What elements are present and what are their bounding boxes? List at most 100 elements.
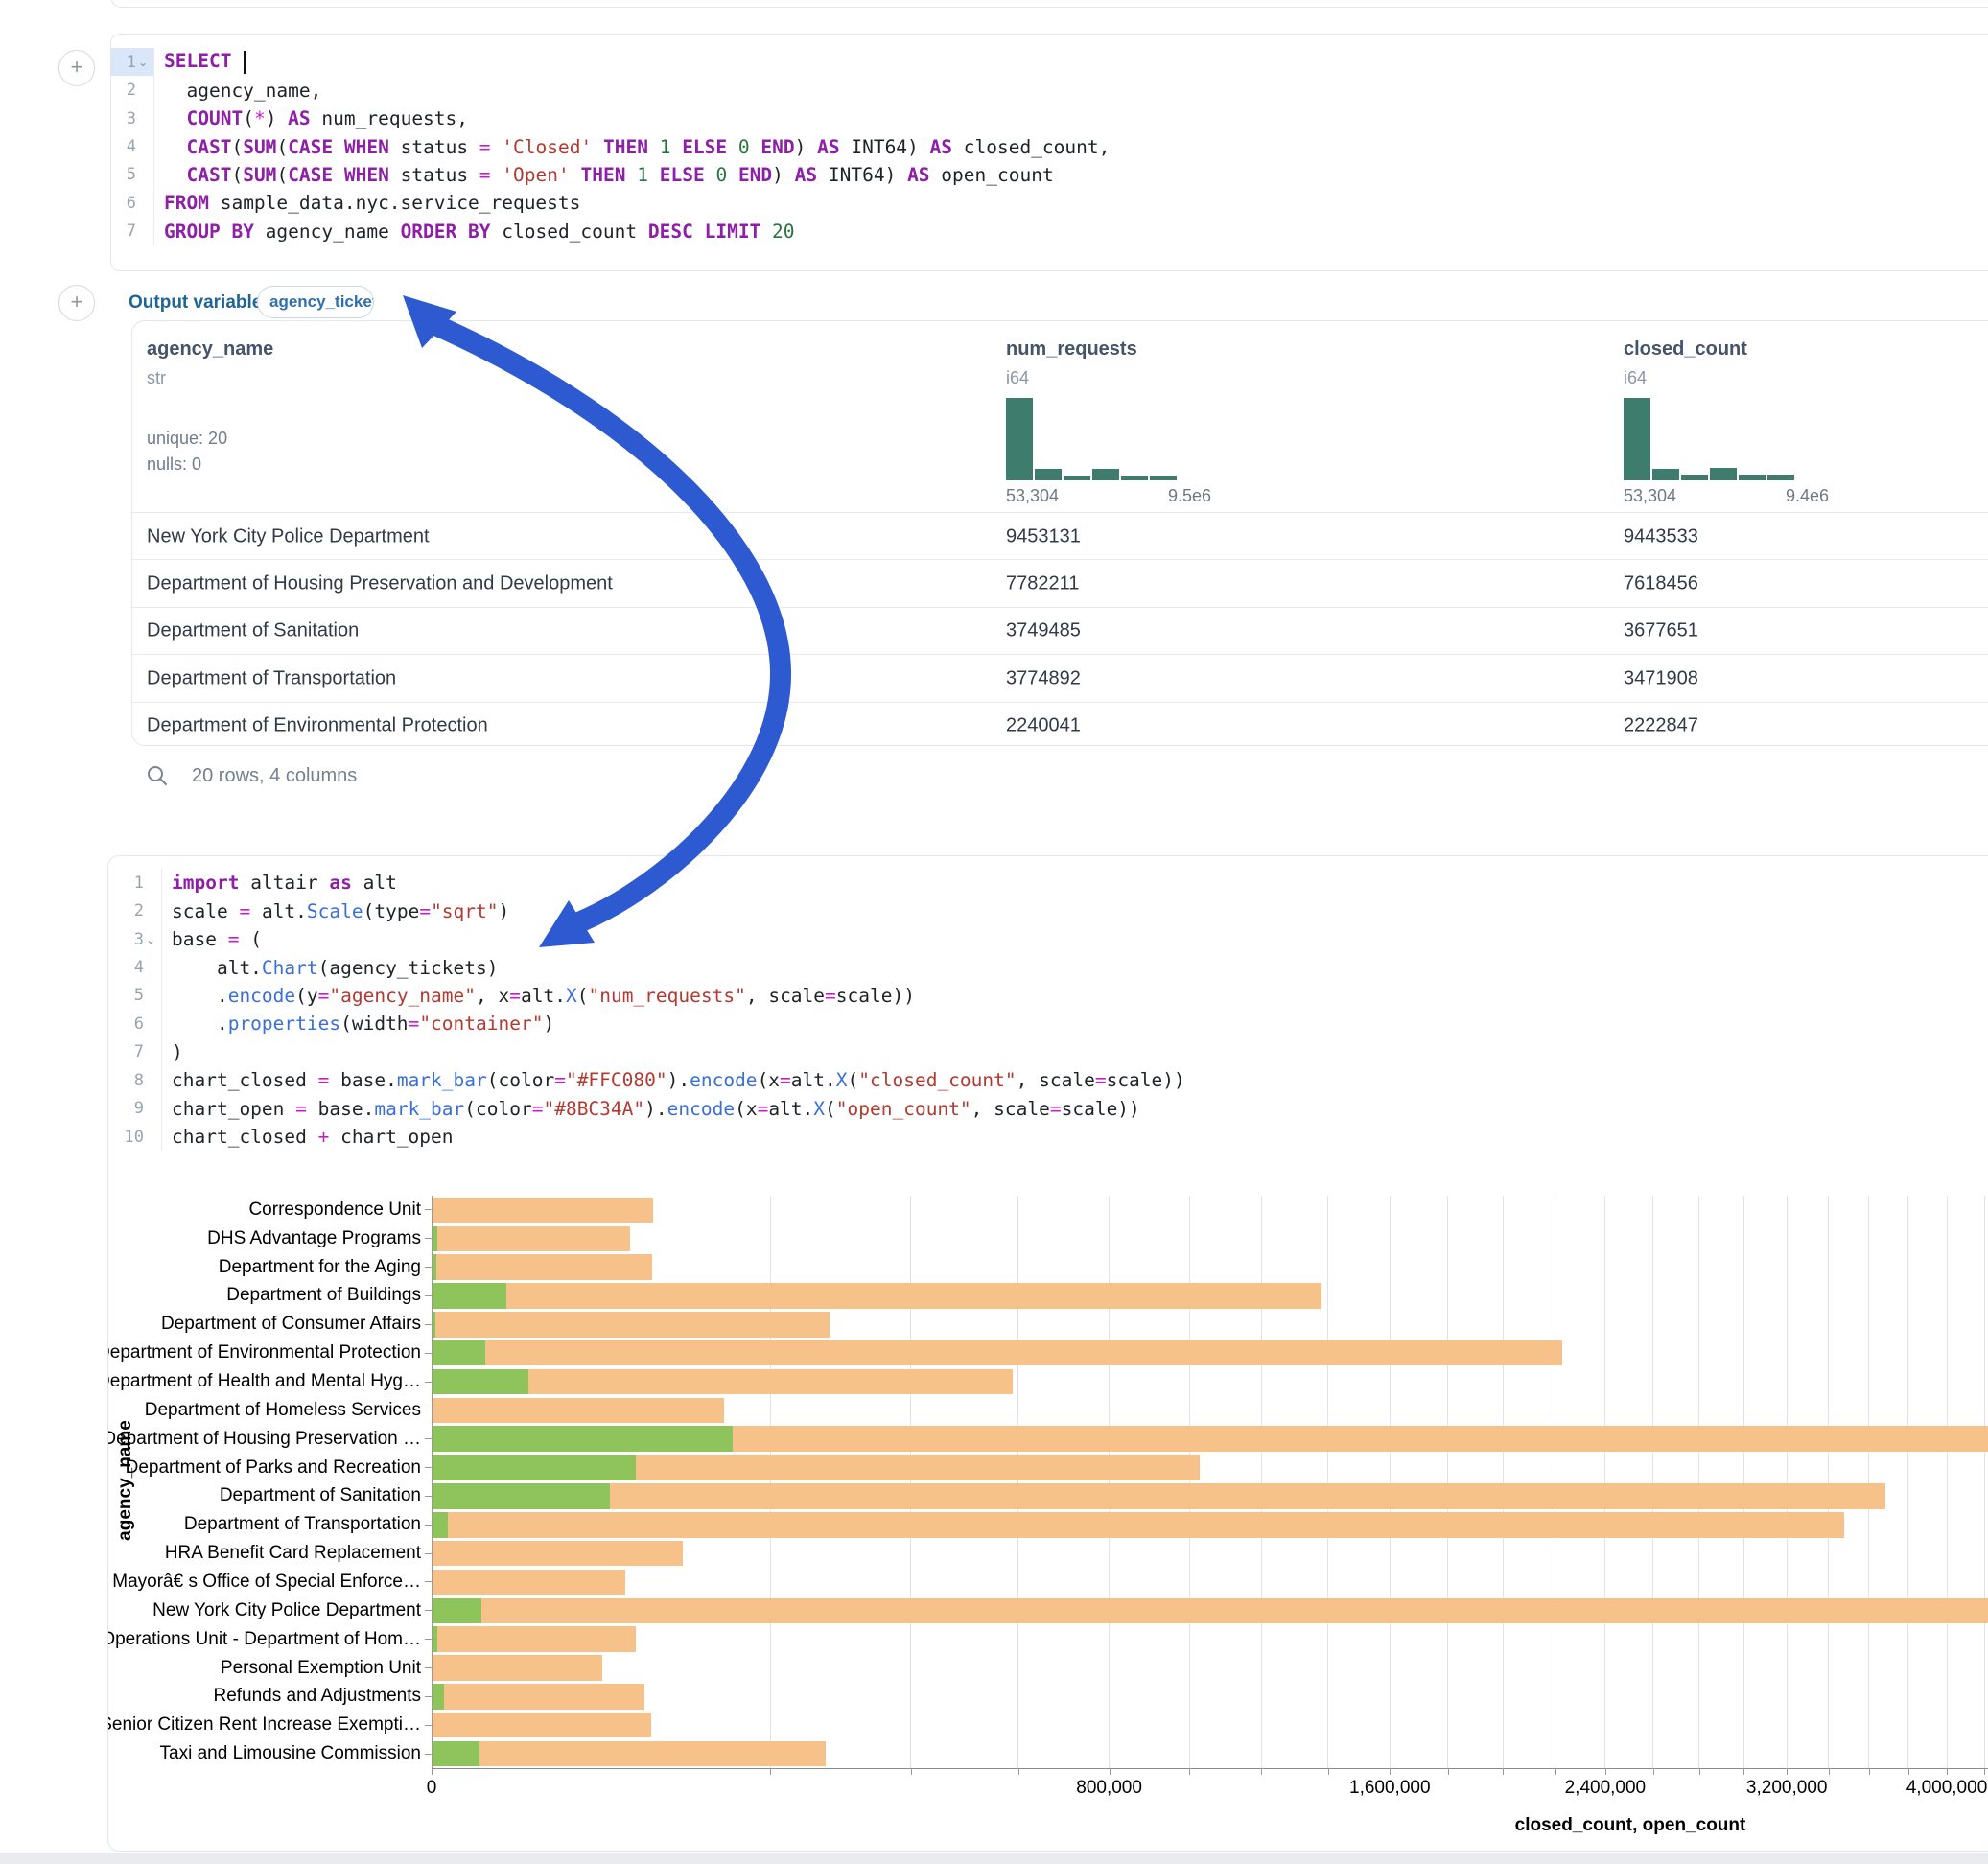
x-axis-tick — [1328, 1768, 1329, 1775]
row-count-text: 20 rows, 4 columns — [192, 765, 357, 787]
y-axis-label: Department of Environmental Protection — [108, 1340, 421, 1366]
code-line[interactable]: 5 CAST(SUM(CASE WHEN status = 'Open' THE… — [111, 161, 1988, 189]
y-axis-label: Operations Unit - Department of Hom… — [108, 1626, 421, 1652]
column-header-agency-name[interactable]: agency_name str unique: 20 nulls: 0 — [147, 321, 273, 475]
line-number-gutter: 6 — [108, 1010, 162, 1037]
y-axis-tick — [425, 1496, 432, 1497]
gridline — [1604, 1196, 1605, 1768]
code-text: SELECT — [154, 50, 246, 74]
x-axis-tick — [1699, 1768, 1700, 1775]
code-line[interactable]: 3 COUNT(*) AS num_requests, — [111, 105, 1988, 132]
sql-cell[interactable]: 1⌄SELECT 2 agency_name,3 COUNT(*) AS num… — [110, 34, 1988, 271]
y-axis-tick — [425, 1295, 432, 1296]
chart-plot-area — [432, 1196, 1988, 1769]
chart-bar-open — [433, 1512, 448, 1538]
notebook-page: + + 1⌄SELECT 2 agency_name,3 COUNT(*) AS… — [0, 0, 1988, 1864]
code-line[interactable]: 1⌄SELECT — [111, 48, 1988, 76]
code-text: .encode(y="agency_name", x=alt.X("num_re… — [162, 985, 915, 1007]
histogram-bar — [1681, 475, 1708, 480]
x-axis-tick-label: 4,000,000 — [1906, 1778, 1988, 1799]
line-number-gutter: 5 — [108, 982, 162, 1010]
y-axis-label: Refunds and Adjustments — [108, 1684, 421, 1710]
gridline — [910, 1196, 911, 1768]
python-cell[interactable]: 1import altair as alt2scale = alt.Scale(… — [107, 855, 1988, 1852]
code-line[interactable]: 6 .properties(width="container") — [108, 1010, 1988, 1037]
table-row: Department of Housing Preservation and D… — [132, 559, 1988, 607]
x-axis-tick — [1984, 1768, 1985, 1775]
code-text: chart_closed + chart_open — [162, 1126, 454, 1148]
code-text: COUNT(*) AS num_requests, — [154, 107, 468, 129]
x-axis-tick — [1653, 1768, 1654, 1775]
code-line[interactable]: 1import altair as alt — [108, 869, 1988, 897]
y-axis-label: Mayorâ€ s Office of Special Enforce… — [108, 1570, 421, 1596]
gridline — [1743, 1196, 1744, 1768]
x-axis-tick — [1947, 1768, 1948, 1775]
histogram-bar — [1150, 476, 1177, 480]
code-line[interactable]: 4 alt.Chart(agency_tickets) — [108, 953, 1988, 981]
line-number-gutter: 5 — [111, 161, 154, 189]
code-text: .properties(width="container") — [162, 1013, 554, 1035]
y-axis-tick — [425, 1324, 432, 1325]
code-line[interactable]: 10chart_closed + chart_open — [108, 1123, 1988, 1151]
chart-bar-closed — [433, 1483, 1885, 1509]
fold-chevron-icon[interactable]: ⌄ — [144, 933, 157, 946]
chart-bar-open — [433, 1741, 479, 1767]
code-line[interactable]: 8chart_closed = base.mark_bar(color="#FF… — [108, 1066, 1988, 1094]
table-cell: 7618456 — [1624, 572, 1698, 594]
chart-bar-closed — [433, 1398, 724, 1424]
code-line[interactable]: 7) — [108, 1038, 1988, 1066]
fold-chevron-icon[interactable]: ⌄ — [136, 56, 150, 69]
table-cell: 9453131 — [1006, 525, 1081, 548]
python-code-editor[interactable]: 1import altair as alt2scale = alt.Scale(… — [108, 869, 1988, 1151]
add-cell-button[interactable]: + — [58, 285, 95, 321]
code-line[interactable]: 7GROUP BY agency_name ORDER BY closed_co… — [111, 218, 1988, 245]
code-line[interactable]: 3⌄base = ( — [108, 925, 1988, 953]
x-axis-tick-label: 1,600,000 — [1349, 1778, 1431, 1799]
chart-bar-open — [433, 1283, 506, 1309]
table-cell: 2240041 — [1006, 715, 1081, 737]
y-axis-tick — [425, 1438, 432, 1439]
x-axis-tick — [1829, 1768, 1830, 1775]
chart-bar-closed — [433, 1598, 1988, 1624]
column-header-closed-count[interactable]: closed_count i64 53,304 9.4e6 — [1624, 321, 1747, 388]
code-line[interactable]: 4 CAST(SUM(CASE WHEN status = 'Closed' T… — [111, 132, 1988, 160]
result-table-card: agency_name str unique: 20 nulls: 0 num_… — [131, 320, 1988, 746]
y-axis-tick — [425, 1639, 432, 1640]
line-number-gutter: 7 — [111, 218, 154, 245]
table-row: New York City Police Department945313194… — [132, 512, 1988, 560]
sql-code-editor[interactable]: 1⌄SELECT 2 agency_name,3 COUNT(*) AS num… — [111, 48, 1988, 245]
add-cell-button[interactable]: + — [58, 50, 95, 86]
histogram-bar — [1121, 476, 1148, 481]
search-icon[interactable] — [146, 764, 169, 787]
y-axis-tick — [425, 1725, 432, 1726]
code-line[interactable]: 2scale = alt.Scale(type="sqrt") — [108, 897, 1988, 924]
x-axis-tick — [1869, 1768, 1870, 1775]
y-axis-label: DHS Advantage Programs — [108, 1226, 421, 1252]
gridline — [1503, 1196, 1504, 1768]
y-axis-tick — [425, 1667, 432, 1668]
y-axis-tick — [425, 1467, 432, 1468]
output-variable-label: Output variable: — [129, 292, 269, 314]
chart-bar-open — [433, 1626, 437, 1652]
histogram-bar — [1652, 469, 1679, 480]
histogram-bar — [1064, 476, 1090, 481]
histogram-bar — [1035, 469, 1062, 480]
chart-bar-open — [433, 1254, 436, 1280]
y-axis-label: Correspondence Unit — [108, 1198, 421, 1223]
x-axis-tick-label: 800,000 — [1076, 1778, 1142, 1799]
gridline — [770, 1196, 771, 1768]
gridline — [1652, 1196, 1653, 1768]
output-variable-pill[interactable]: agency_tickets — [257, 286, 374, 318]
code-line[interactable]: 9chart_open = base.mark_bar(color="#8BC3… — [108, 1095, 1988, 1123]
code-text: CAST(SUM(CASE WHEN status = 'Open' THEN … — [154, 164, 1054, 186]
gridline — [1109, 1196, 1110, 1768]
column-type: str — [147, 368, 273, 388]
code-text: ) — [162, 1041, 183, 1063]
code-line[interactable]: 6FROM sample_data.nyc.service_requests — [111, 189, 1988, 217]
code-line[interactable]: 2 agency_name, — [111, 76, 1988, 104]
column-header-num-requests[interactable]: num_requests i64 53,304 9.5e6 — [1006, 321, 1137, 388]
code-line[interactable]: 5 .encode(y="agency_name", x=alt.X("num_… — [108, 982, 1988, 1010]
x-axis-tick-label: 2,400,000 — [1565, 1778, 1647, 1799]
y-axis-tick — [425, 1581, 432, 1582]
y-axis-label: Department of Housing Preservation … — [108, 1426, 421, 1452]
